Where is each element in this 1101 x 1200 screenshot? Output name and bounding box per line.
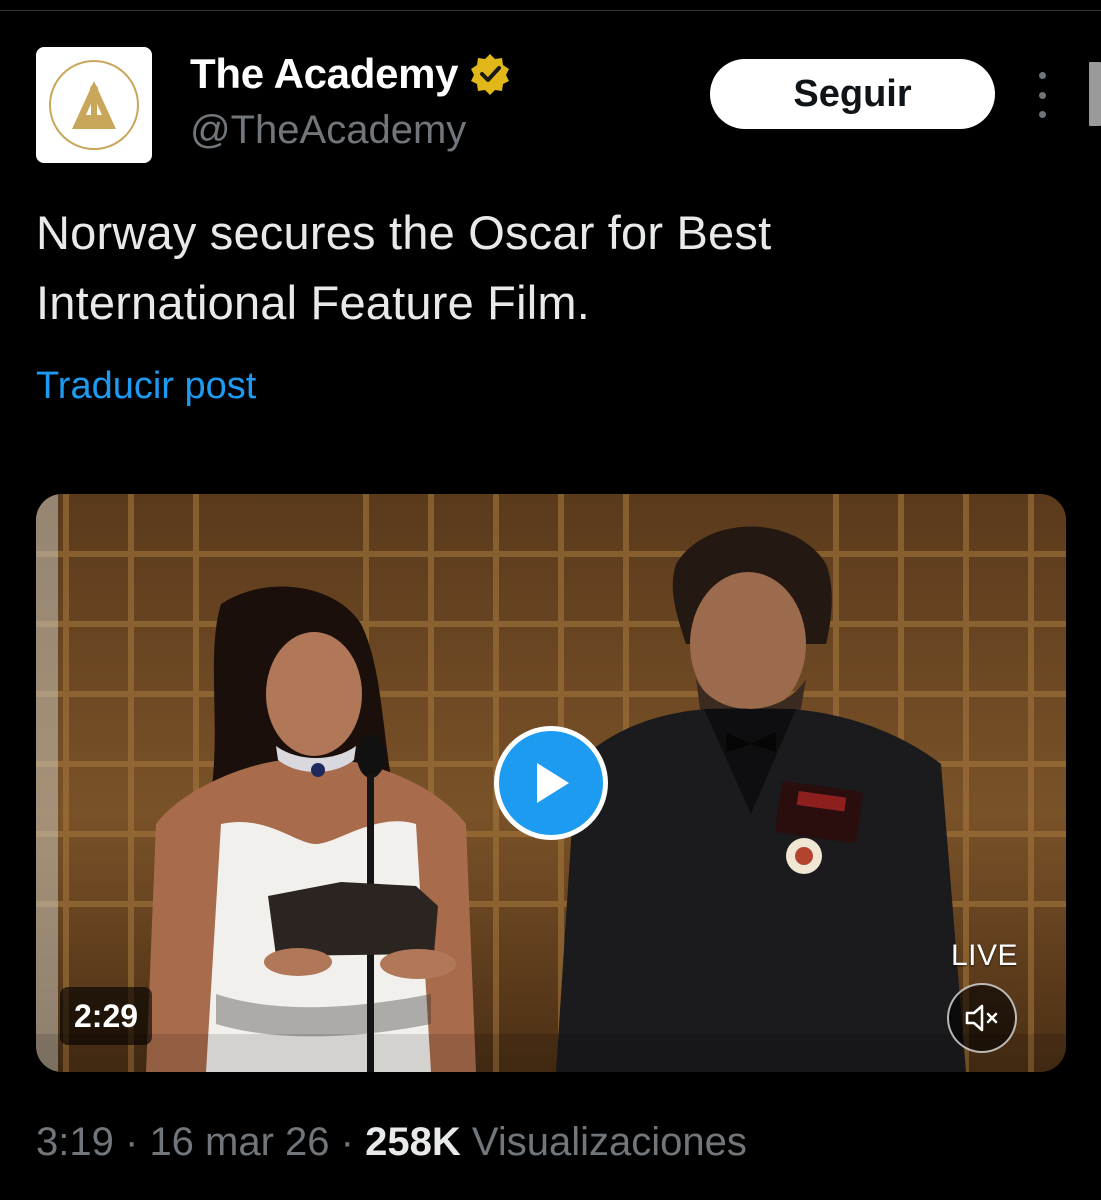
follow-button[interactable]: Seguir: [710, 59, 995, 129]
author-display-name[interactable]: The Academy: [190, 53, 459, 95]
meta-separator: ·: [124, 1120, 139, 1164]
tweet-time[interactable]: 3:19: [36, 1120, 114, 1164]
meta-separator: ·: [340, 1120, 354, 1164]
dot: [1038, 91, 1046, 99]
dot: [1038, 111, 1046, 118]
play-button[interactable]: [494, 726, 608, 840]
oscar-statuette-icon: [49, 60, 139, 150]
volume-muted-icon: [965, 1004, 998, 1032]
scrollbar-thumb[interactable]: [1089, 62, 1101, 126]
tweet-text: Norway secures the Oscar for Best Intern…: [36, 206, 772, 329]
avatar[interactable]: [36, 47, 152, 163]
play-icon: [537, 763, 569, 803]
more-vertical-icon[interactable]: [1028, 72, 1056, 118]
author-name-row: The Academy: [190, 52, 512, 96]
video-duration-badge: 2:29: [60, 987, 153, 1045]
tweet-date[interactable]: 16 mar 26: [149, 1120, 329, 1164]
author-handle[interactable]: @TheAcademy: [190, 110, 466, 150]
mute-toggle-button[interactable]: [947, 983, 1017, 1053]
dot: [1038, 72, 1046, 79]
live-label: LIVE: [951, 939, 1019, 972]
translate-post-link[interactable]: Traducir post: [36, 365, 256, 408]
top-divider: [0, 10, 1101, 11]
verified-badge-icon[interactable]: [468, 52, 512, 96]
tweet-meta: 3:19 · 16 mar 26 · 258K Visualizaciones: [36, 1120, 747, 1165]
video-player[interactable]: 2:29 LIVE: [36, 494, 1066, 1072]
views-count[interactable]: 258K: [365, 1120, 461, 1164]
views-label: Visualizaciones: [471, 1120, 747, 1164]
